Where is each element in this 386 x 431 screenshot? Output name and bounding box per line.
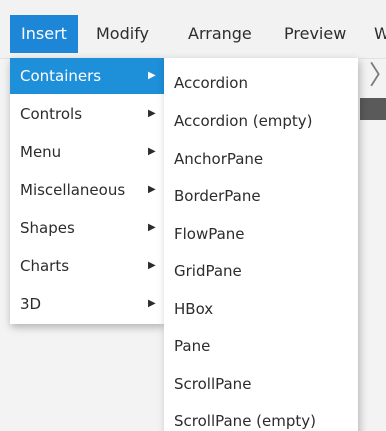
chevron-right-icon: ▶ [148, 298, 156, 309]
submenu-item-accordion-empty[interactable]: Accordion (empty) [174, 102, 313, 140]
app-window: Insert Modify Arrange Preview W 〉 Contai… [0, 0, 386, 431]
menu-item-label: Charts [20, 257, 70, 275]
submenu-item-scrollpane-empty[interactable]: ScrollPane (empty) [174, 402, 316, 431]
menu-item-label: 3D [20, 295, 42, 313]
submenu-item-borderpane[interactable]: BorderPane [174, 177, 261, 215]
menu-item-containers[interactable]: Containers ▶ [10, 58, 164, 94]
menu-bar: Insert Modify Arrange Preview W [0, 0, 386, 59]
menu-item-shapes[interactable]: Shapes ▶ [10, 210, 164, 246]
submenu-item-scrollpane[interactable]: ScrollPane [174, 365, 251, 403]
menu-item-label: Containers [20, 67, 102, 85]
menu-item-label: Menu [20, 143, 62, 161]
menu-item-menu[interactable]: Menu ▶ [10, 134, 164, 170]
submenu-item-gridpane[interactable]: GridPane [174, 252, 242, 290]
chevron-right-icon: ▶ [148, 260, 156, 271]
chevron-right-icon: ▶ [148, 146, 156, 157]
menu-window-truncated[interactable]: W [374, 15, 386, 53]
menu-item-3d[interactable]: 3D ▶ [10, 286, 164, 322]
chevron-right-icon: ▶ [148, 184, 156, 195]
chevron-right-icon: ▶ [148, 108, 156, 119]
menu-preview[interactable]: Preview [284, 15, 346, 53]
menu-item-label: Controls [20, 105, 83, 123]
menu-item-charts[interactable]: Charts ▶ [10, 248, 164, 284]
submenu-item-accordion[interactable]: Accordion [174, 64, 248, 102]
menu-insert[interactable]: Insert [10, 15, 78, 53]
submenu-item-anchorpane[interactable]: AnchorPane [174, 140, 263, 178]
submenu-item-flowpane[interactable]: FlowPane [174, 215, 245, 253]
menu-item-controls[interactable]: Controls ▶ [10, 96, 164, 132]
background-panel-strip [360, 98, 386, 120]
menu-modify[interactable]: Modify [96, 15, 149, 53]
insert-dropdown-menu: Containers ▶ Controls ▶ Menu ▶ Miscellan… [10, 58, 164, 324]
scroll-chevron-icon[interactable]: 〉 [369, 58, 386, 94]
menu-arrange[interactable]: Arrange [188, 15, 252, 53]
submenu-item-pane[interactable]: Pane [174, 327, 210, 365]
menu-item-miscellaneous[interactable]: Miscellaneous ▶ [10, 172, 164, 208]
chevron-right-icon: ▶ [148, 70, 156, 81]
containers-submenu: Accordion Accordion (empty) AnchorPane B… [164, 58, 358, 431]
chevron-right-icon: ▶ [148, 222, 156, 233]
submenu-item-hbox[interactable]: HBox [174, 290, 213, 328]
menu-item-label: Miscellaneous [20, 181, 126, 199]
menu-item-label: Shapes [20, 219, 75, 237]
